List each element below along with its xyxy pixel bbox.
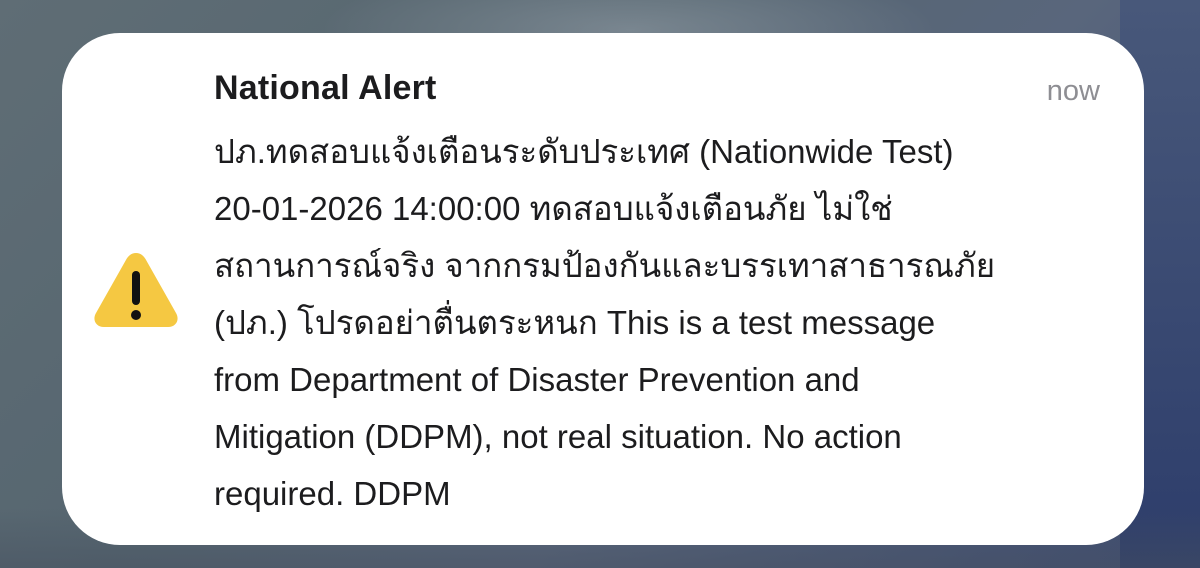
- body-line: สถานการณ์จริง จากกรมป้องกันและบรรเทาสาธา…: [214, 247, 996, 284]
- body-line: 20-01-2026 14:00:00 ทดสอบแจ้งเตือนภัย ไม…: [214, 190, 893, 227]
- body-line: ปภ.ทดสอบแจ้งเตือนระดับประเทศ (Nationwide…: [214, 133, 954, 170]
- notification-title: National Alert: [214, 69, 437, 107]
- national-alert-notification[interactable]: National Alert now ปภ.ทดสอบแจ้งเตือนระดั…: [62, 33, 1144, 545]
- body-line: Mitigation (DDPM), not real situation. N…: [214, 418, 902, 455]
- warning-icon: [94, 253, 178, 327]
- body-line: from Department of Disaster Prevention a…: [214, 361, 860, 398]
- notification-body: ปภ.ทดสอบแจ้งเตือนระดับประเทศ (Nationwide…: [214, 123, 1094, 522]
- notification-timestamp: now: [1046, 75, 1100, 107]
- body-line: required. DDPM: [214, 475, 451, 512]
- body-line: (ปภ.) โปรดอย่าตื่นตระหนก This is a test …: [214, 304, 936, 341]
